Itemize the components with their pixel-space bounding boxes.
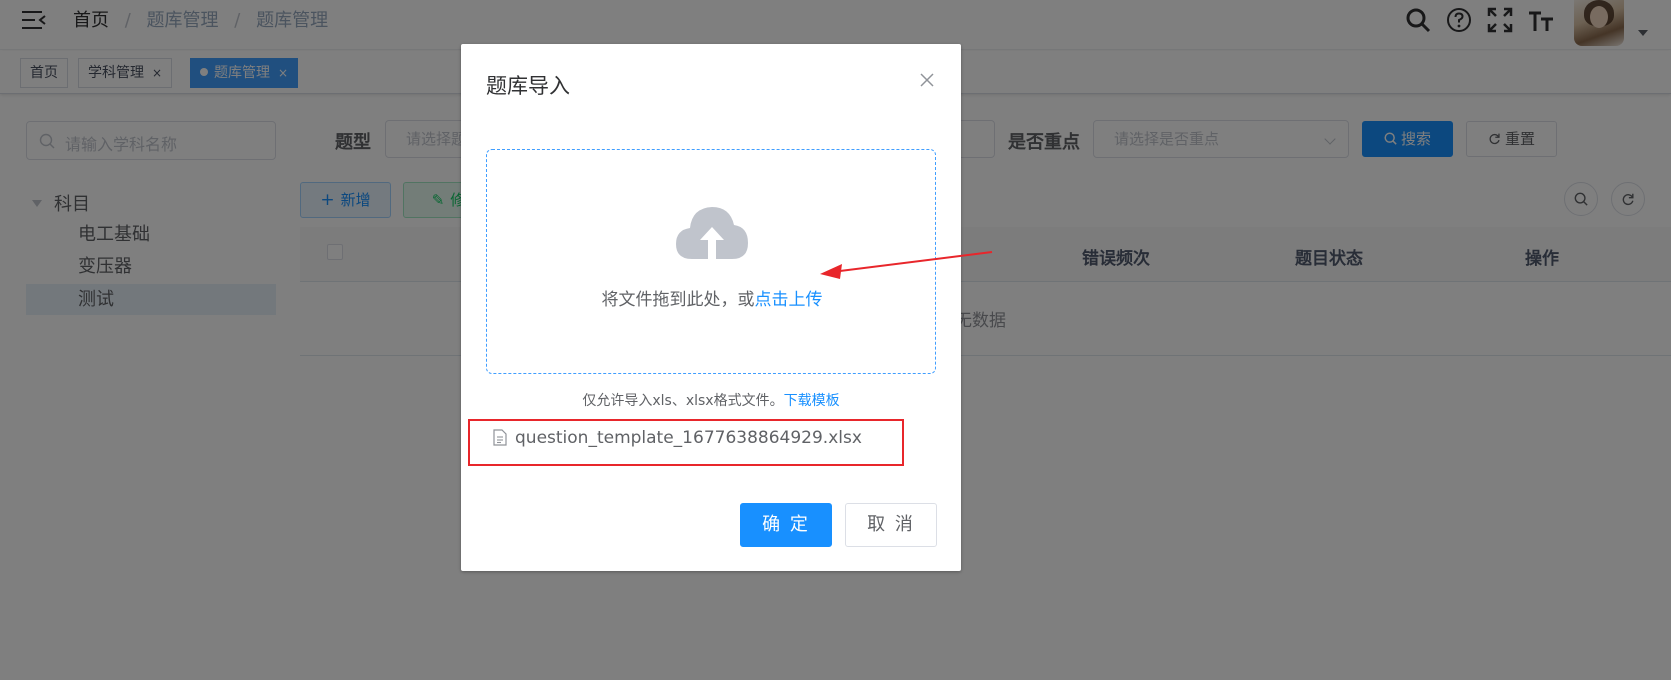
annotation-highlight-box [468,419,904,466]
upload-tip-text: 仅允许导入xls、xlsx格式文件。 [582,393,784,409]
download-template-link[interactable]: 下载模板 [784,393,840,409]
confirm-button[interactable]: 确 定 [740,503,832,547]
cloud-upload-icon [676,207,748,259]
upload-tip: 仅允许导入xls、xlsx格式文件。下载模板 [461,390,961,410]
dialog-title: 题库导入 [486,74,570,98]
import-dialog: 题库导入 将文件拖到此处，或点击上传 仅允许导入xls、xlsx格式文件。下载模… [461,44,961,571]
upload-text: 将文件拖到此处，或点击上传 [487,285,937,310]
click-upload-link[interactable]: 点击上传 [755,290,823,310]
cancel-button[interactable]: 取 消 [845,503,937,547]
upload-hint: 将文件拖到此处，或 [601,290,755,310]
close-icon[interactable] [918,71,936,89]
annotation-arrow [820,251,993,279]
